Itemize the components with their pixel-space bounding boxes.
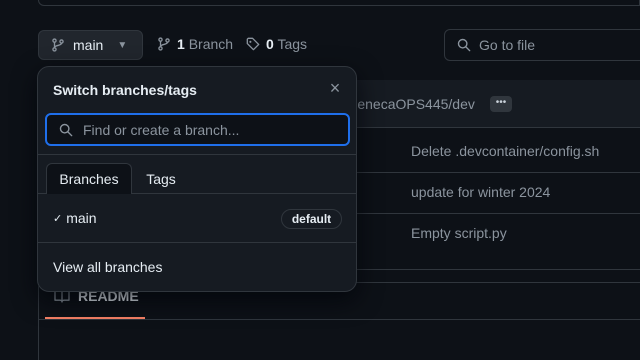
go-to-file-input[interactable]: Go to file — [444, 29, 640, 61]
tags-link[interactable]: 0 Tags — [246, 36, 307, 52]
dropdown-title: Switch branches/tags — [53, 82, 197, 98]
tag-word: Tags — [277, 36, 308, 52]
branch-switcher-dropdown: Switch branches/tags × Find or create a … — [37, 66, 357, 292]
readme-divider — [38, 319, 640, 320]
git-branch-icon — [158, 37, 170, 51]
branch-selector-button[interactable]: main ▼ — [38, 30, 143, 60]
tab-tags[interactable]: Tags — [138, 163, 184, 194]
default-badge: default — [281, 209, 342, 229]
commit-message-link[interactable]: Empty script.py — [411, 225, 507, 241]
tag-icon — [246, 37, 260, 51]
branch-search-placeholder: Find or create a branch... — [83, 121, 240, 138]
tab-branches[interactable]: Branches — [46, 163, 132, 194]
go-to-file-placeholder: Go to file — [479, 37, 536, 53]
commit-message-link[interactable]: update for winter 2024 — [411, 184, 550, 200]
branch-item-label: main — [66, 210, 97, 226]
branch-item-main[interactable]: ✓ main — [53, 210, 97, 226]
commit-more-button[interactable]: ••• — [490, 96, 512, 112]
tag-count: 0 — [266, 36, 274, 52]
branch-count: 1 — [177, 36, 185, 52]
branch-search-input[interactable]: Find or create a branch... — [45, 113, 350, 146]
branch-word: Branch — [188, 36, 234, 52]
commit-message-link[interactable]: Delete .devcontainer/config.sh — [411, 143, 599, 159]
git-branch-icon — [52, 38, 64, 52]
close-icon[interactable]: × — [326, 79, 344, 97]
commit-ref-link[interactable]: SenecaOPS445/dev — [348, 96, 475, 112]
branch-selector-label: main — [73, 37, 104, 53]
check-icon: ✓ — [53, 212, 63, 225]
view-all-branches-link[interactable]: View all branches — [53, 259, 162, 275]
branches-link[interactable]: 1 Branch — [157, 36, 233, 52]
chevron-down-icon: ▼ — [117, 39, 128, 51]
search-icon — [59, 123, 73, 136]
dropdown-divider — [38, 242, 356, 243]
previous-box-edge — [38, 0, 640, 6]
dropdown-divider — [38, 154, 356, 155]
search-icon — [457, 38, 471, 52]
